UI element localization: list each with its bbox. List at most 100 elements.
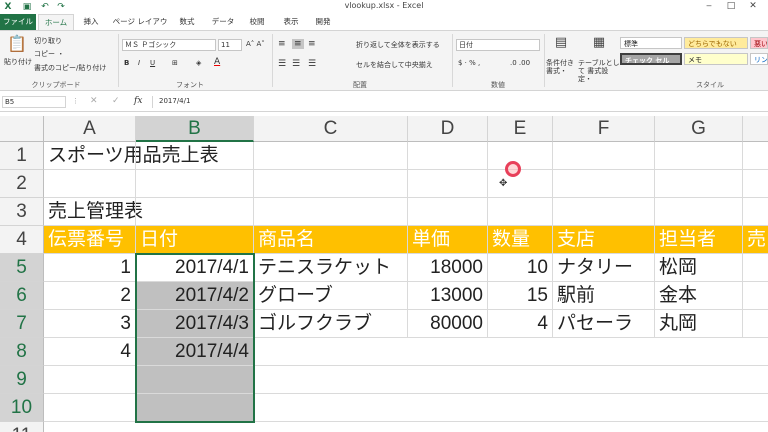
column-header-b[interactable]: B: [136, 116, 254, 142]
style-note[interactable]: メモ: [684, 53, 748, 65]
format-as-table-icon[interactable]: ▦: [588, 35, 610, 50]
align-top-icon[interactable]: ≡: [278, 39, 286, 49]
row-header-10[interactable]: 10: [0, 394, 44, 422]
table-cell[interactable]: パセーラ: [553, 310, 655, 338]
table-cell[interactable]: テニスラケット: [254, 254, 408, 282]
table-cell[interactable]: 18000: [408, 254, 488, 282]
bold-icon[interactable]: B: [124, 59, 129, 67]
tab-developer[interactable]: 開発: [310, 14, 336, 30]
title-cell[interactable]: スポーツ用品売上表: [44, 142, 768, 170]
header-cell[interactable]: 日付: [136, 226, 254, 254]
table-cell[interactable]: 10: [488, 254, 553, 282]
enter-icon[interactable]: ✓: [112, 96, 120, 106]
subtitle-cell[interactable]: 売上管理表: [44, 198, 768, 226]
font-size-select[interactable]: 11: [218, 39, 242, 51]
empty-row[interactable]: [254, 338, 768, 366]
style-normal[interactable]: 標準: [620, 37, 682, 49]
header-cell[interactable]: 単価: [408, 226, 488, 254]
column-header-g[interactable]: G: [655, 116, 743, 142]
tab-formulas[interactable]: 数式: [174, 14, 200, 30]
header-cell[interactable]: 売: [743, 226, 768, 254]
header-cell[interactable]: 担当者: [655, 226, 743, 254]
merge-center-button[interactable]: セルを結合して中央揃え: [356, 60, 433, 70]
table-cell[interactable]: [44, 394, 136, 422]
name-box[interactable]: B5: [2, 96, 66, 108]
align-middle-icon[interactable]: ≡: [292, 39, 304, 49]
table-cell[interactable]: 松岡: [655, 254, 743, 282]
empty-row[interactable]: [44, 170, 768, 198]
align-left-icon[interactable]: ☰: [278, 59, 286, 69]
decimal-icon[interactable]: .0 .00: [510, 59, 530, 67]
row-header-5[interactable]: 5: [0, 254, 44, 282]
table-cell[interactable]: [136, 366, 254, 394]
number-format-select[interactable]: 日付: [456, 39, 540, 51]
cancel-icon[interactable]: ✕: [90, 96, 98, 106]
tab-view[interactable]: 表示: [278, 14, 304, 30]
table-cell[interactable]: 15: [488, 282, 553, 310]
table-cell[interactable]: 4: [488, 310, 553, 338]
table-cell[interactable]: 丸岡: [655, 310, 743, 338]
copy-button[interactable]: コピー ・: [34, 49, 64, 59]
column-header-f[interactable]: F: [553, 116, 655, 142]
conditional-format-button[interactable]: 条件付き 書式・: [546, 59, 578, 75]
table-cell[interactable]: ゴルフクラブ: [254, 310, 408, 338]
minimize-icon[interactable]: ‒: [700, 1, 718, 11]
row-header-2[interactable]: 2: [0, 170, 44, 198]
column-header-a[interactable]: A: [44, 116, 136, 142]
empty-row[interactable]: [254, 394, 768, 422]
format-as-table-button[interactable]: テーブルとして 書式設定・: [578, 59, 620, 83]
row-header-7[interactable]: 7: [0, 310, 44, 338]
font-color-icon[interactable]: A: [214, 57, 220, 67]
table-cell[interactable]: グローブ: [254, 282, 408, 310]
row-header-8[interactable]: 8: [0, 338, 44, 366]
row-header-6[interactable]: 6: [0, 282, 44, 310]
format-painter-button[interactable]: 書式のコピー/貼り付け: [34, 63, 106, 73]
header-cell[interactable]: 数量: [488, 226, 553, 254]
table-cell[interactable]: 2: [44, 282, 136, 310]
header-cell[interactable]: 支店: [553, 226, 655, 254]
row-header-11[interactable]: 11: [0, 422, 44, 432]
table-cell[interactable]: 3: [44, 310, 136, 338]
style-check-cell[interactable]: チェック セル: [620, 53, 682, 65]
row-header-4[interactable]: 4: [0, 226, 44, 254]
table-cell[interactable]: ナタリー: [553, 254, 655, 282]
align-bottom-icon[interactable]: ≡: [308, 39, 316, 49]
table-cell[interactable]: 2017/4/3: [136, 310, 254, 338]
table-cell[interactable]: [743, 282, 768, 310]
table-cell[interactable]: 4: [44, 338, 136, 366]
tab-data[interactable]: データ: [208, 14, 238, 30]
table-cell[interactable]: 駅前: [553, 282, 655, 310]
align-right-icon[interactable]: ☰: [308, 59, 316, 69]
tab-page-layout[interactable]: ページ レイアウト: [110, 14, 170, 42]
empty-row[interactable]: [254, 366, 768, 394]
active-cell[interactable]: 2017/4/1: [136, 254, 254, 282]
tab-home[interactable]: ホーム: [38, 14, 74, 30]
row-header-3[interactable]: 3: [0, 198, 44, 226]
table-cell[interactable]: 1: [44, 254, 136, 282]
tab-insert[interactable]: 挿入: [78, 14, 104, 30]
row-header-9[interactable]: 9: [0, 366, 44, 394]
border-icon[interactable]: ⊞: [172, 59, 178, 67]
paste-icon[interactable]: 📋: [6, 34, 28, 53]
select-all-corner[interactable]: [0, 116, 44, 142]
column-header-c[interactable]: C: [254, 116, 408, 142]
worksheet-grid[interactable]: A B C D E F G 1 2 3 4 5 6 7 8 9 10 11 スポ…: [0, 116, 768, 432]
paste-button[interactable]: 貼り付け: [4, 57, 32, 67]
fill-color-icon[interactable]: ◈: [196, 59, 201, 67]
column-header-e[interactable]: E: [488, 116, 553, 142]
table-cell[interactable]: 2017/4/4: [136, 338, 254, 366]
style-bad[interactable]: 悪い: [750, 37, 768, 49]
close-icon[interactable]: ✕: [744, 1, 762, 11]
table-cell[interactable]: [743, 310, 768, 338]
row-header-1[interactable]: 1: [0, 142, 44, 170]
align-center-icon[interactable]: ☰: [292, 59, 300, 69]
tab-review[interactable]: 校閲: [244, 14, 270, 30]
style-link[interactable]: リンク: [750, 53, 768, 65]
cut-button[interactable]: 切り取り: [34, 36, 62, 46]
table-cell[interactable]: 金本: [655, 282, 743, 310]
column-header-h[interactable]: [743, 116, 768, 142]
table-cell[interactable]: 13000: [408, 282, 488, 310]
table-cell[interactable]: 80000: [408, 310, 488, 338]
empty-row[interactable]: [44, 422, 768, 432]
underline-icon[interactable]: U: [150, 59, 155, 67]
